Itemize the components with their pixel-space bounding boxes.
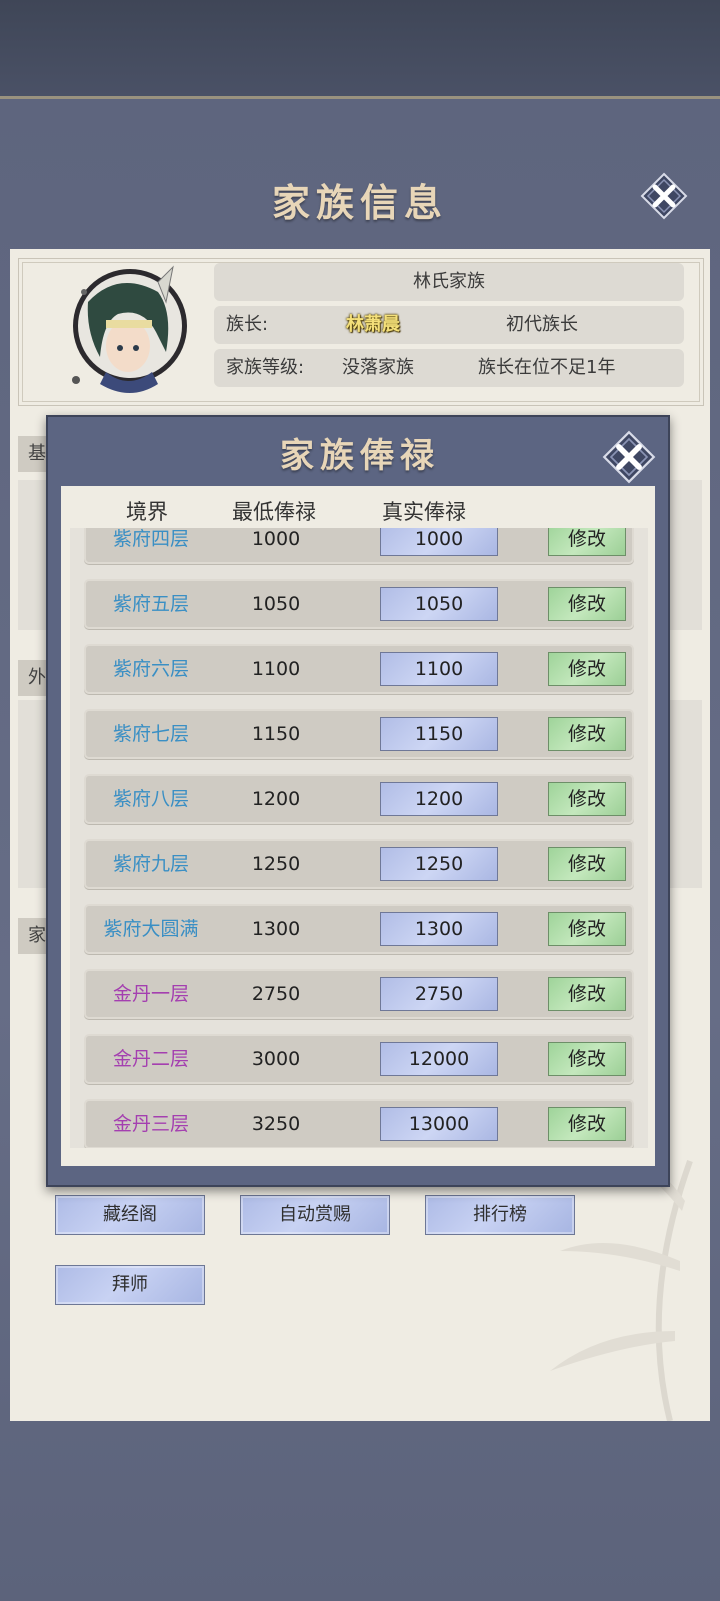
top-bar (0, 0, 720, 99)
real-salary-input[interactable]: 13000 (380, 1107, 498, 1141)
modal-close-button[interactable] (602, 430, 656, 484)
edit-button[interactable]: 修改 (548, 977, 626, 1011)
family-name: 林氏家族 (413, 271, 485, 292)
column-header-realm: 境界 (126, 500, 168, 524)
min-salary: 1250 (251, 853, 301, 875)
auto-reward-button[interactable]: 自动赏赐 (240, 1195, 390, 1235)
min-salary: 1050 (251, 593, 301, 615)
salary-row: 金丹三层 3250 13000 修改 (84, 1099, 634, 1148)
realm-label: 金丹二层 (112, 1048, 189, 1070)
real-salary-input[interactable]: 1200 (380, 782, 498, 816)
salary-row: 紫府六层 1100 1100 修改 (84, 644, 634, 694)
realm-label: 紫府七层 (112, 723, 189, 745)
salary-row: 紫府八层 1200 1200 修改 (84, 774, 634, 824)
salary-row: 金丹二层 3000 12000 修改 (84, 1034, 634, 1084)
real-salary-input[interactable]: 1250 (380, 847, 498, 881)
leader-title: 初代族长 (506, 314, 578, 335)
family-name-row: 林氏家族 (214, 263, 684, 301)
realm-label: 金丹三层 (112, 1113, 189, 1135)
edit-button[interactable]: 修改 (548, 528, 626, 556)
edit-button[interactable]: 修改 (548, 912, 626, 946)
salary-row: 紫府四层 1000 1000 修改 (84, 528, 634, 564)
library-button[interactable]: 藏经阁 (55, 1195, 205, 1235)
leader-label: 族长: (226, 314, 269, 335)
realm-label: 紫府六层 (112, 658, 189, 680)
column-header-min-salary: 最低俸禄 (232, 500, 316, 524)
level-row: 家族等级: 没落家族 族长在位不足1年 (214, 349, 684, 387)
min-salary: 3250 (251, 1113, 301, 1135)
close-icon (640, 172, 688, 220)
real-salary-input[interactable]: 1050 (380, 587, 498, 621)
real-salary-input[interactable]: 12000 (380, 1042, 498, 1076)
salary-row: 紫府七层 1150 1150 修改 (84, 709, 634, 759)
avatar (48, 262, 198, 402)
close-icon (602, 430, 656, 484)
salary-row: 紫府五层 1050 1050 修改 (84, 579, 634, 629)
min-salary: 1000 (251, 528, 301, 550)
leader-row: 族长: 林萧晨 初代族长 (214, 306, 684, 344)
min-salary: 1300 (251, 918, 301, 940)
salary-list[interactable]: 紫府四层 1000 1000 修改 紫府五层 1050 1050 修改 紫府六层… (70, 528, 648, 1148)
edit-button[interactable]: 修改 (548, 717, 626, 751)
realm-label: 金丹一层 (112, 983, 189, 1005)
real-salary-input[interactable]: 2750 (380, 977, 498, 1011)
realm-label: 紫府大圆满 (103, 918, 199, 940)
salary-row: 紫府大圆满 1300 1300 修改 (84, 904, 634, 954)
apprentice-button[interactable]: 拜师 (55, 1265, 205, 1305)
edit-button[interactable]: 修改 (548, 1042, 626, 1076)
leader-tenure: 族长在位不足1年 (478, 357, 616, 378)
leader-name: 林萧晨 (346, 314, 400, 335)
real-salary-input[interactable]: 1300 (380, 912, 498, 946)
salary-row: 紫府九层 1250 1250 修改 (84, 839, 634, 889)
avatar-portrait-icon (72, 265, 187, 393)
column-header-real-salary: 真实俸禄 (382, 500, 466, 524)
realm-label: 紫府五层 (112, 593, 189, 615)
page-title: 家族信息 (271, 180, 448, 225)
min-salary: 2750 (251, 983, 301, 1005)
realm-label: 紫府八层 (112, 788, 189, 810)
edit-button[interactable]: 修改 (548, 847, 626, 881)
edit-button[interactable]: 修改 (548, 587, 626, 621)
edit-button[interactable]: 修改 (548, 652, 626, 686)
realm-label: 紫府九层 (112, 853, 189, 875)
min-salary: 1200 (251, 788, 301, 810)
level-value: 没落家族 (342, 357, 414, 378)
edit-button[interactable]: 修改 (548, 782, 626, 816)
real-salary-input[interactable]: 1000 (380, 528, 498, 556)
ranking-button[interactable]: 排行榜 (425, 1195, 575, 1235)
close-button[interactable] (640, 172, 688, 220)
min-salary: 1150 (251, 723, 301, 745)
salary-row: 金丹一层 2750 2750 修改 (84, 969, 634, 1019)
edit-button[interactable]: 修改 (548, 1107, 626, 1141)
level-label: 家族等级: (226, 357, 305, 378)
realm-label: 紫府四层 (112, 528, 189, 550)
min-salary: 3000 (251, 1048, 301, 1070)
real-salary-input[interactable]: 1150 (380, 717, 498, 751)
real-salary-input[interactable]: 1100 (380, 652, 498, 686)
min-salary: 1100 (251, 658, 301, 680)
